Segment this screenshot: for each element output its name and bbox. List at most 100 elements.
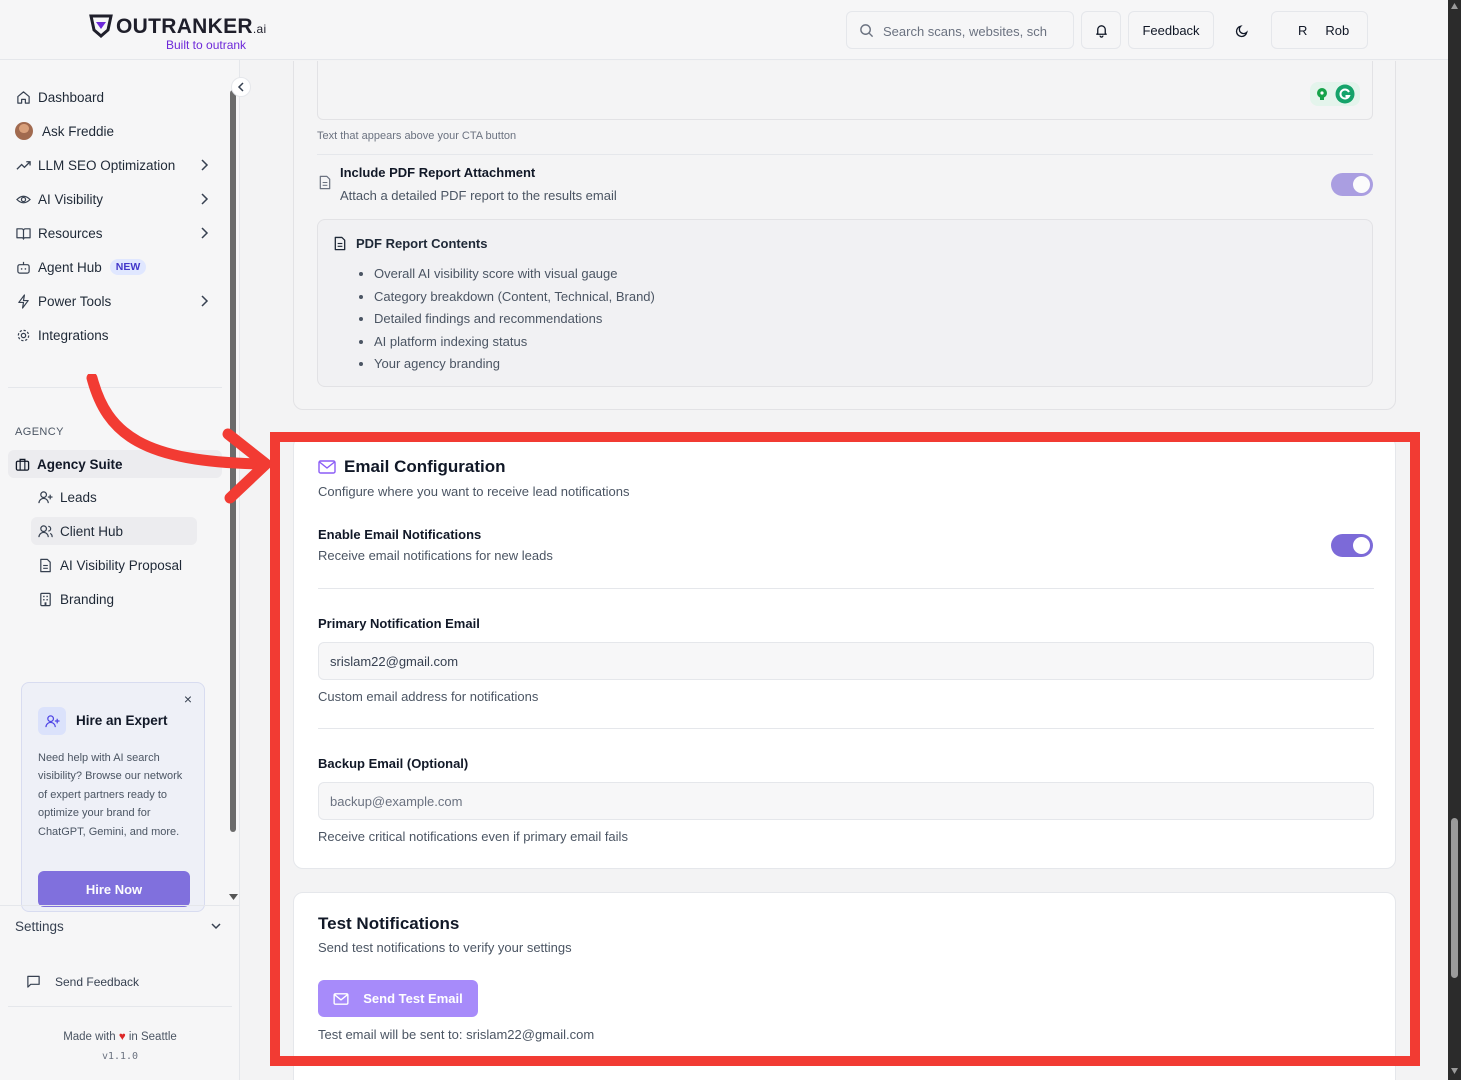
pdf-contents-box: PDF Report Contents Overall AI visibilit… <box>317 219 1373 387</box>
sidebar-item-ai-visibility[interactable]: AI Visibility <box>15 186 215 212</box>
list-item: Your agency branding <box>374 353 655 376</box>
enable-email-toggle[interactable] <box>1331 534 1373 557</box>
sidebar-scrollbar[interactable] <box>230 90 236 832</box>
logo-mark-icon <box>89 14 113 38</box>
scroll-up-arrow-icon[interactable] <box>1451 3 1458 9</box>
search-input[interactable] <box>883 21 1063 41</box>
mail-icon <box>333 992 349 1005</box>
send-test-email-button[interactable]: Send Test Email <box>318 980 478 1017</box>
settings-label: Settings <box>15 919 64 934</box>
sidebar-footer-divider <box>8 1006 232 1007</box>
user-menu-button[interactable]: R Rob <box>1271 11 1368 49</box>
chevron-right-icon <box>201 227 209 239</box>
home-icon <box>15 89 31 105</box>
made-with-text: Made with ♥ in Seattle <box>63 1031 177 1043</box>
settings-toggle[interactable]: Settings <box>0 905 240 949</box>
chevron-down-icon <box>211 923 221 930</box>
sidebar-item-label: Branding <box>60 591 115 607</box>
sidebar-item-resources[interactable]: Resources <box>15 220 215 246</box>
grammarly-widget[interactable] <box>1310 82 1360 106</box>
sidebar-item-agency-suite[interactable]: Agency Suite <box>8 450 222 478</box>
user-plus-icon <box>38 490 53 505</box>
test-email-note: Test email will be sent to: srislam22@gm… <box>318 1027 595 1042</box>
chevron-right-icon <box>201 193 209 205</box>
cta-settings-card: Text that appears above your CTA button … <box>293 61 1396 410</box>
expert-card-body: Need help with AI search visibility? Bro… <box>38 752 183 838</box>
enable-email-title: Enable Email Notifications <box>318 527 482 542</box>
user-plus-icon <box>38 707 66 735</box>
user-name: Rob <box>1325 22 1350 38</box>
user-initial: R <box>1298 22 1308 38</box>
sidebar-item-ask-freddie[interactable]: Ask Freddie <box>15 118 215 144</box>
new-badge: NEW <box>109 259 147 275</box>
backup-email-help: Receive critical notifications even if p… <box>318 829 628 844</box>
feedback-button[interactable]: Feedback <box>1128 11 1214 49</box>
chevron-left-icon <box>237 82 244 92</box>
book-icon <box>15 225 31 241</box>
test-notifications-card: Test Notifications Send test notificatio… <box>293 892 1396 1080</box>
hire-expert-card: × Hire an Expert Need help with AI searc… <box>21 682 205 912</box>
sidebar-item-label: LLM SEO Optimization <box>38 157 176 173</box>
backup-email-label: Backup Email (Optional) <box>318 756 469 771</box>
message-square-icon <box>26 974 41 989</box>
pdf-attachment-title: Include PDF Report Attachment <box>340 165 536 180</box>
primary-email-help: Custom email address for notifications <box>318 689 539 704</box>
scroll-down-arrow-icon[interactable] <box>1451 1068 1458 1074</box>
scrollbar-thumb[interactable] <box>1451 818 1458 978</box>
section-label-agency: AGENCY <box>15 426 64 438</box>
search-box[interactable] <box>846 11 1074 49</box>
send-feedback-link[interactable]: Send Feedback <box>26 974 139 989</box>
lightbulb-icon <box>1317 88 1328 100</box>
scroll-down-arrow-icon[interactable] <box>229 894 238 900</box>
sidebar-item-dashboard[interactable]: Dashboard <box>15 84 215 110</box>
section-divider <box>317 154 1373 155</box>
sidebar-item-label: Leads <box>60 489 97 505</box>
cta-helper-text: Text that appears above your CTA button <box>317 130 517 142</box>
theme-toggle-button[interactable] <box>1222 11 1262 49</box>
moon-icon <box>1235 24 1248 37</box>
users-icon <box>38 524 53 539</box>
sidebar-item-integrations[interactable]: Integrations <box>15 322 215 348</box>
enable-email-desc: Receive email notifications for new lead… <box>318 548 553 563</box>
zap-icon <box>15 293 31 309</box>
list-item: Category breakdown (Content, Technical, … <box>374 286 655 309</box>
notifications-button[interactable] <box>1081 11 1121 49</box>
avatar <box>15 122 33 140</box>
sidebar-item-agent-hub[interactable]: Agent Hub NEW <box>15 254 215 280</box>
sidebar-item-ai-visibility-proposal[interactable]: AI Visibility Proposal <box>31 551 197 579</box>
section-divider <box>318 588 1374 589</box>
email-config-title: Email Configuration <box>344 457 506 476</box>
close-icon[interactable]: × <box>184 691 192 707</box>
collapse-sidebar-button[interactable] <box>231 77 251 97</box>
building-icon <box>38 592 53 607</box>
sidebar-item-llm-seo[interactable]: LLM SEO Optimization <box>15 152 215 178</box>
sidebar: Dashboard Ask Freddie LLM SEO Optimizati… <box>0 60 240 1080</box>
eye-icon <box>15 191 31 207</box>
file-text-icon <box>333 236 347 251</box>
briefcase-icon <box>15 457 30 472</box>
hire-now-button[interactable]: Hire Now <box>38 871 190 907</box>
backup-email-input[interactable] <box>318 782 1374 820</box>
sidebar-item-leads[interactable]: Leads <box>31 483 197 511</box>
sidebar-item-label: Integrations <box>38 327 109 343</box>
pdf-attachment-toggle[interactable] <box>1331 173 1373 196</box>
trending-up-icon <box>15 157 31 173</box>
sidebar-item-client-hub[interactable]: Client Hub <box>31 517 197 545</box>
logo-text: OUTRANKER.ai <box>116 15 267 38</box>
chevron-right-icon <box>201 159 209 171</box>
cta-text-textarea[interactable] <box>317 61 1373 120</box>
expert-card-title: Hire an Expert <box>76 713 168 728</box>
sidebar-item-branding[interactable]: Branding <box>31 585 197 613</box>
primary-email-input[interactable] <box>318 642 1374 680</box>
pdf-attachment-desc: Attach a detailed PDF report to the resu… <box>340 188 617 203</box>
email-config-header: Email Configuration <box>318 457 506 477</box>
section-divider <box>318 728 1374 729</box>
grammarly-icon <box>1335 84 1355 104</box>
top-bar: OUTRANKER.ai Built to outrank Feedback R… <box>0 0 1448 60</box>
list-item: Overall AI visibility score with visual … <box>374 263 655 286</box>
sidebar-item-power-tools[interactable]: Power Tools <box>15 288 215 314</box>
file-text-icon <box>38 558 53 573</box>
sidebar-item-label: Power Tools <box>38 293 112 309</box>
chevron-right-icon <box>201 295 209 307</box>
page-scrollbar[interactable] <box>1448 0 1461 1080</box>
